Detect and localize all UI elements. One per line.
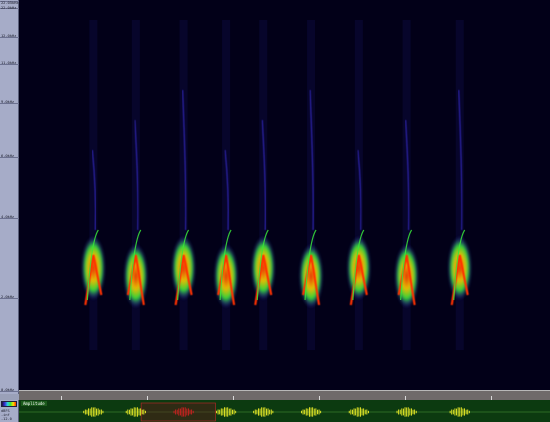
frequency-tick-label: 9.0kHz <box>1 99 15 104</box>
amplitude-axis: dBFS -inf -12.0 <box>0 400 19 422</box>
color-scale-swatch <box>1 401 17 407</box>
syllable-streak <box>89 20 98 350</box>
syllable-energy <box>394 244 419 308</box>
frequency-tick-label: 6.0kHz <box>1 153 15 158</box>
syllable-streak <box>179 20 188 350</box>
frequency-tick-label: 11.0kHz <box>1 60 17 65</box>
syllable-streak <box>354 20 363 350</box>
frequency-tick-label: 4.0kHz <box>1 214 15 219</box>
syllable-streak <box>259 20 268 350</box>
frequency-tick-label: 2.0kHz <box>1 294 15 299</box>
frequency-tick-label: 22.0kHz <box>1 5 17 10</box>
spectrogram-view[interactable] <box>19 0 550 390</box>
frequency-axis: 22.05kHz 22.0kHz 12.0kHz 11.0kHz 9.0kHz … <box>0 0 19 394</box>
waveform-view[interactable] <box>19 400 550 422</box>
syllable-streak <box>455 20 464 350</box>
time-ruler[interactable] <box>19 390 550 400</box>
syllable-energy <box>123 244 148 308</box>
amplitude-tag: Amplitude <box>21 401 47 406</box>
selection-region[interactable] <box>140 402 216 422</box>
syllable-energy <box>214 244 239 308</box>
frequency-tick-label: 0.0kHz <box>1 387 15 392</box>
frequency-tick-label: 12.0kHz <box>1 33 17 38</box>
syllable-energy <box>299 244 324 308</box>
amplitude-scale-label: -12.0 <box>1 417 12 421</box>
